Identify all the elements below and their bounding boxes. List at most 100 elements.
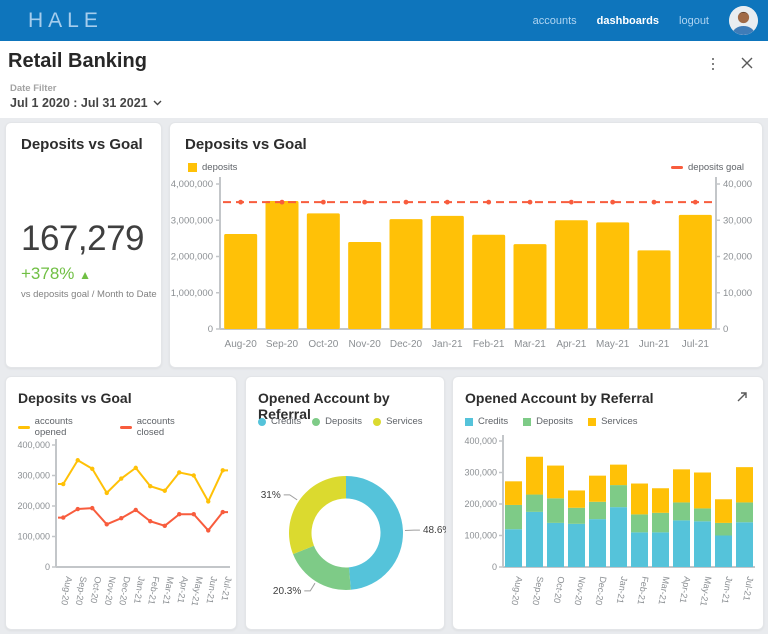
svg-text:200,000: 200,000	[464, 499, 497, 509]
legend-item-credits[interactable]: Credits	[258, 416, 301, 427]
nav-link-accounts[interactable]: accounts	[533, 15, 577, 27]
svg-text:1,000,000: 1,000,000	[171, 288, 213, 299]
svg-text:Oct-20: Oct-20	[89, 576, 104, 604]
deposits-legend-swatch	[188, 163, 197, 172]
legend-item-deposits[interactable]: Deposits	[523, 416, 573, 427]
svg-text:400,000: 400,000	[17, 440, 50, 450]
svg-text:May-21: May-21	[190, 576, 205, 607]
svg-text:Dec-20: Dec-20	[390, 339, 423, 350]
combo-chart-title: Deposits vs Goal	[170, 123, 762, 153]
svg-text:Aug-20: Aug-20	[509, 576, 524, 606]
svg-text:Jun-21: Jun-21	[204, 576, 219, 605]
services-legend-swatch	[373, 418, 381, 426]
legend-item-deposits[interactable]: deposits	[188, 162, 237, 173]
svg-text:Feb-21: Feb-21	[146, 576, 161, 606]
line-chart-title: Deposits vs Goal	[6, 377, 236, 406]
svg-text:Feb-21: Feb-21	[473, 339, 505, 350]
svg-text:Jan-21: Jan-21	[132, 576, 147, 605]
svg-text:Apr-21: Apr-21	[556, 339, 586, 350]
expand-arrow-icon	[735, 390, 749, 404]
donut-legend: Credits Deposits Services	[258, 416, 426, 427]
close-icon	[738, 54, 756, 72]
svg-text:Jan-21: Jan-21	[615, 576, 630, 605]
svg-text:0: 0	[45, 562, 50, 572]
svg-text:Apr-21: Apr-21	[678, 576, 693, 604]
svg-text:300,000: 300,000	[464, 468, 497, 478]
kpi-delta: +378% ▲	[21, 264, 157, 284]
kebab-menu-button[interactable]	[706, 55, 720, 73]
date-filter-value: Jul 1 2020 : Jul 31 2021	[10, 96, 148, 110]
kpi-value: 167,279	[21, 219, 157, 259]
svg-text:Jul-21: Jul-21	[220, 576, 234, 602]
svg-text:300,000: 300,000	[17, 471, 50, 481]
svg-text:Feb-21: Feb-21	[636, 576, 651, 606]
svg-text:0: 0	[723, 324, 728, 335]
svg-text:Nov-20: Nov-20	[572, 576, 587, 606]
svg-text:Jan-21: Jan-21	[432, 339, 463, 350]
credits-legend-swatch	[465, 418, 473, 426]
deposits-bar-chart: 001,000,00010,0002,000,00020,0003,000,00…	[170, 173, 764, 367]
svg-text:Jul-21: Jul-21	[741, 576, 755, 602]
date-filter-label: Date Filter	[10, 83, 162, 94]
avatar-photo	[729, 6, 758, 35]
svg-text:Dec-20: Dec-20	[117, 576, 132, 606]
svg-text:Sep-20: Sep-20	[266, 339, 299, 350]
deposits-bar-chart-card: Deposits vs Goal deposits deposits goal …	[169, 122, 763, 368]
svg-text:May-21: May-21	[596, 339, 630, 350]
combo-legend: deposits deposits goal	[188, 162, 744, 173]
stacked-chart-title: Opened Account by Referral	[453, 377, 763, 406]
deposits-goal-legend-swatch	[671, 166, 683, 169]
legend-item-services[interactable]: Services	[373, 416, 422, 427]
referral-stacked-bar-card: Opened Account by Referral Credits Depos…	[452, 376, 764, 630]
nav-link-logout[interactable]: logout	[679, 15, 709, 27]
svg-text:Mar-21: Mar-21	[161, 576, 176, 606]
kpi-card-title: Deposits vs Goal	[6, 123, 161, 153]
svg-text:100,000: 100,000	[464, 531, 497, 541]
retail-banking-dashboard: HALE accounts dashboards logout Retail B…	[0, 0, 768, 634]
svg-text:4,000,000: 4,000,000	[171, 179, 213, 190]
referral-donut-chart: 48.6%20.3%31%	[246, 427, 446, 629]
hale-logo: HALE	[28, 9, 103, 33]
svg-text:Mar-21: Mar-21	[657, 576, 672, 606]
credits-legend-swatch	[258, 418, 266, 426]
kpi-card-deposits-vs-goal: Deposits vs Goal 167,279 +378% ▲ vs depo…	[5, 122, 162, 368]
accounts-line-chart: 0 100,000 200,000 300,000 400,000 Aug-20Sep-2…	[6, 427, 238, 629]
chevron-down-icon	[153, 100, 162, 106]
svg-text:40,000: 40,000	[723, 179, 752, 190]
page-title: Retail Banking	[8, 50, 147, 73]
svg-text:30,000: 30,000	[723, 215, 752, 226]
close-button[interactable]	[738, 54, 756, 72]
legend-item-deposits[interactable]: Deposits	[312, 416, 362, 427]
svg-text:10,000: 10,000	[723, 288, 752, 299]
svg-text:20.3%: 20.3%	[273, 586, 301, 597]
svg-text:20,000: 20,000	[723, 252, 752, 263]
expand-button[interactable]	[735, 390, 751, 406]
accounts-line-chart-card: Deposits vs Goal accounts opened account…	[5, 376, 237, 630]
kpi-caption: vs deposits goal / Month to Date	[21, 289, 157, 300]
svg-text:May-21: May-21	[698, 576, 713, 607]
svg-text:Sep-20: Sep-20	[74, 576, 89, 606]
dashboard-header: Retail Banking Date Filter Jul 1 2020 : …	[0, 41, 768, 118]
legend-item-credits[interactable]: Credits	[465, 416, 508, 427]
legend-item-services[interactable]: Services	[588, 416, 637, 427]
date-filter[interactable]: Date Filter Jul 1 2020 : Jul 31 2021	[10, 83, 162, 110]
svg-text:Sep-20: Sep-20	[530, 576, 545, 606]
svg-text:2,000,000: 2,000,000	[171, 252, 213, 263]
nav-link-dashboards[interactable]: dashboards	[597, 15, 659, 27]
svg-text:Aug-20: Aug-20	[59, 576, 74, 606]
svg-text:100,000: 100,000	[17, 532, 50, 542]
svg-text:200,000: 200,000	[17, 501, 50, 511]
stacked-legend: Credits Deposits Services	[465, 416, 745, 427]
svg-text:Nov-20: Nov-20	[103, 576, 118, 606]
svg-text:Oct-20: Oct-20	[552, 576, 567, 604]
deposits-legend-swatch	[523, 418, 531, 426]
svg-text:0: 0	[208, 324, 213, 335]
up-arrow-icon: ▲	[79, 268, 91, 282]
services-legend-swatch	[588, 418, 596, 426]
kpi-body: 167,279 +378% ▲ vs deposits goal / Month…	[21, 219, 157, 300]
legend-item-deposits-goal[interactable]: deposits goal	[671, 162, 744, 173]
svg-text:Oct-20: Oct-20	[308, 339, 338, 350]
referral-donut-card: Opened Account by Referral Credits Depos…	[245, 376, 445, 630]
svg-text:Apr-21: Apr-21	[176, 576, 191, 604]
avatar[interactable]	[729, 6, 758, 35]
